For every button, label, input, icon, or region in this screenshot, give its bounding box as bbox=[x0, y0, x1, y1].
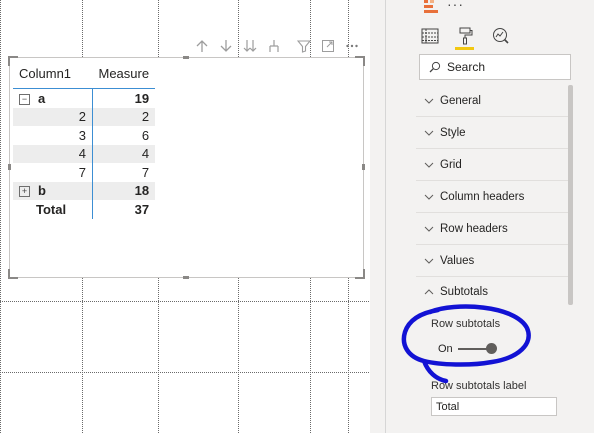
resize-handle[interactable] bbox=[8, 164, 11, 170]
expand-all-icon[interactable] bbox=[238, 37, 262, 55]
pane-tabs bbox=[412, 22, 517, 50]
row-header-cell[interactable]: 2 bbox=[13, 107, 93, 126]
resize-handle[interactable] bbox=[183, 56, 189, 59]
section-label: Subtotals bbox=[440, 286, 488, 298]
matrix-row: + b 18 bbox=[13, 181, 156, 200]
matrix-row: 7 7 bbox=[13, 163, 155, 182]
column-header[interactable]: Column1 bbox=[13, 62, 93, 89]
value-cell: 4 bbox=[92, 144, 156, 163]
drill-up-icon[interactable] bbox=[190, 37, 214, 55]
value-cell: 19 bbox=[134, 90, 150, 106]
resize-handle[interactable] bbox=[355, 269, 365, 279]
section-general[interactable]: General bbox=[416, 86, 573, 117]
row-header-cell[interactable]: 7 bbox=[13, 163, 93, 182]
resize-handle[interactable] bbox=[8, 269, 18, 279]
analytics-icon[interactable] bbox=[482, 22, 517, 50]
row-label: b bbox=[38, 183, 46, 199]
row-header-cell[interactable]: 3 bbox=[13, 126, 93, 145]
report-canvas: Column1 Measure − a 19 2 2 3 6 4 4 7 7 +… bbox=[0, 0, 385, 433]
chevron-down-icon bbox=[424, 162, 440, 168]
resize-handle[interactable] bbox=[362, 164, 365, 170]
chevron-up-icon bbox=[424, 289, 440, 295]
chevron-down-icon bbox=[424, 98, 440, 104]
section-label: General bbox=[440, 95, 481, 107]
value-cell: 2 bbox=[92, 107, 156, 126]
grid-line bbox=[0, 0, 1, 433]
search-input[interactable]: Search bbox=[419, 54, 571, 80]
collapse-icon[interactable]: − bbox=[19, 93, 30, 105]
focus-mode-icon[interactable] bbox=[316, 37, 340, 55]
search-icon bbox=[429, 61, 441, 73]
section-label: Style bbox=[440, 127, 466, 139]
matrix-visual[interactable]: Column1 Measure − a 19 2 2 3 6 4 4 7 7 +… bbox=[8, 56, 365, 279]
section-column-headers[interactable]: Column headers bbox=[416, 182, 573, 213]
section-label: Column headers bbox=[440, 191, 525, 203]
column-header[interactable]: Measure bbox=[92, 62, 156, 89]
value-cell: 18 bbox=[92, 181, 156, 200]
canvas-pane-gap bbox=[370, 0, 385, 433]
section-label: Row headers bbox=[440, 223, 508, 235]
more-options-icon[interactable] bbox=[340, 37, 364, 55]
section-values[interactable]: Values bbox=[416, 246, 573, 277]
section-label: Grid bbox=[440, 159, 462, 171]
matrix-row: − a 19 bbox=[13, 88, 155, 108]
pane-scrollbar[interactable] bbox=[568, 85, 573, 305]
section-style[interactable]: Style bbox=[416, 118, 573, 149]
annotation-circle bbox=[401, 304, 531, 384]
visual-header-toolbar bbox=[190, 37, 364, 55]
fields-icon[interactable] bbox=[412, 22, 447, 50]
section-grid[interactable]: Grid bbox=[416, 150, 573, 181]
chevron-down-icon bbox=[424, 194, 440, 200]
matrix-table: Column1 Measure − a 19 2 2 3 6 4 4 7 7 +… bbox=[13, 62, 156, 219]
matrix-header-row: Column1 Measure bbox=[13, 62, 156, 89]
chevron-down-icon bbox=[424, 130, 440, 136]
visual-type-icon[interactable] bbox=[424, 0, 440, 14]
total-value: 37 bbox=[134, 201, 150, 217]
row-header-cell[interactable]: − a bbox=[13, 88, 93, 108]
filter-icon[interactable] bbox=[292, 37, 316, 55]
grid-line bbox=[0, 301, 385, 302]
format-paintbrush-icon[interactable] bbox=[447, 22, 482, 50]
section-row-headers[interactable]: Row headers bbox=[416, 214, 573, 245]
section-label: Values bbox=[440, 255, 475, 267]
matrix-row: 2 2 bbox=[13, 107, 156, 126]
resize-handle[interactable] bbox=[183, 276, 189, 279]
chevron-down-icon bbox=[424, 226, 440, 232]
matrix-total-row: Total 37 bbox=[13, 200, 155, 219]
more-visuals-icon[interactable]: ··· bbox=[447, 0, 464, 12]
row-label: a bbox=[38, 90, 46, 106]
matrix-row: 3 6 bbox=[13, 126, 155, 145]
row-subtotals-label-field[interactable]: Total bbox=[431, 397, 557, 416]
search-placeholder: Search bbox=[447, 60, 486, 74]
row-header-cell[interactable]: 4 bbox=[13, 144, 93, 163]
resize-handle[interactable] bbox=[355, 56, 365, 66]
value-cell: 7 bbox=[141, 164, 150, 180]
expand-icon[interactable]: + bbox=[19, 186, 30, 198]
chevron-down-icon bbox=[424, 258, 440, 264]
matrix-row: 4 4 bbox=[13, 144, 156, 163]
total-label: Total bbox=[13, 200, 93, 219]
grid-line bbox=[0, 372, 385, 373]
row-header-cell[interactable]: + b bbox=[13, 181, 93, 200]
drill-down-icon[interactable] bbox=[214, 37, 238, 55]
value-cell: 6 bbox=[141, 127, 150, 143]
expand-hierarchy-icon[interactable] bbox=[262, 37, 286, 55]
